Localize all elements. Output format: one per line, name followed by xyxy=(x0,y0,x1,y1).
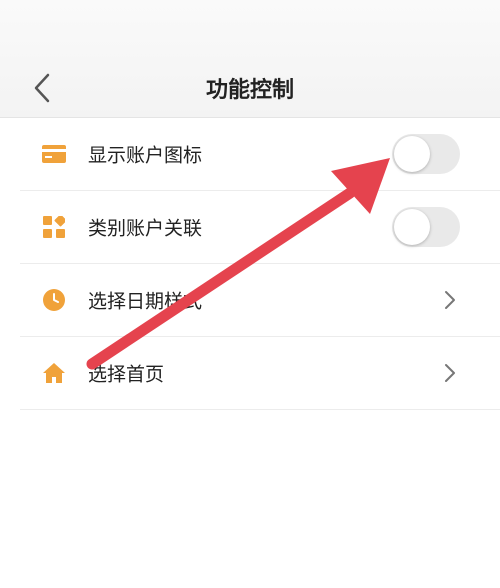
setting-label: 选择首页 xyxy=(88,363,165,386)
setting-label: 选择日期样式 xyxy=(88,290,203,313)
setting-row-home-page[interactable]: 选择首页 xyxy=(20,337,500,410)
chevron-right-icon xyxy=(445,291,455,309)
chevron-right-icon xyxy=(445,364,455,382)
setting-label: 类别账户关联 xyxy=(88,217,203,240)
setting-row-show-account-icon: 显示账户图标 xyxy=(20,118,500,191)
card-icon xyxy=(42,142,66,166)
home-icon xyxy=(42,361,66,385)
setting-label: 显示账户图标 xyxy=(88,144,203,167)
page: 功能控制 显示账户图标 类别账户关联 选择日期样式 选择首页 xyxy=(0,0,500,588)
category-account-link-toggle[interactable] xyxy=(392,207,460,247)
toggle-knob xyxy=(394,209,430,245)
setting-row-category-account-link: 类别账户关联 xyxy=(20,191,500,264)
toggle-knob xyxy=(394,136,430,172)
page-title: 功能控制 xyxy=(205,78,294,103)
show-account-icon-toggle[interactable] xyxy=(392,134,460,174)
category-grid-icon xyxy=(42,215,66,239)
setting-row-date-style[interactable]: 选择日期样式 xyxy=(20,264,500,337)
settings-list: 显示账户图标 类别账户关联 选择日期样式 选择首页 xyxy=(0,118,500,410)
clock-icon xyxy=(42,288,66,312)
navigation-header: 功能控制 xyxy=(0,0,500,118)
